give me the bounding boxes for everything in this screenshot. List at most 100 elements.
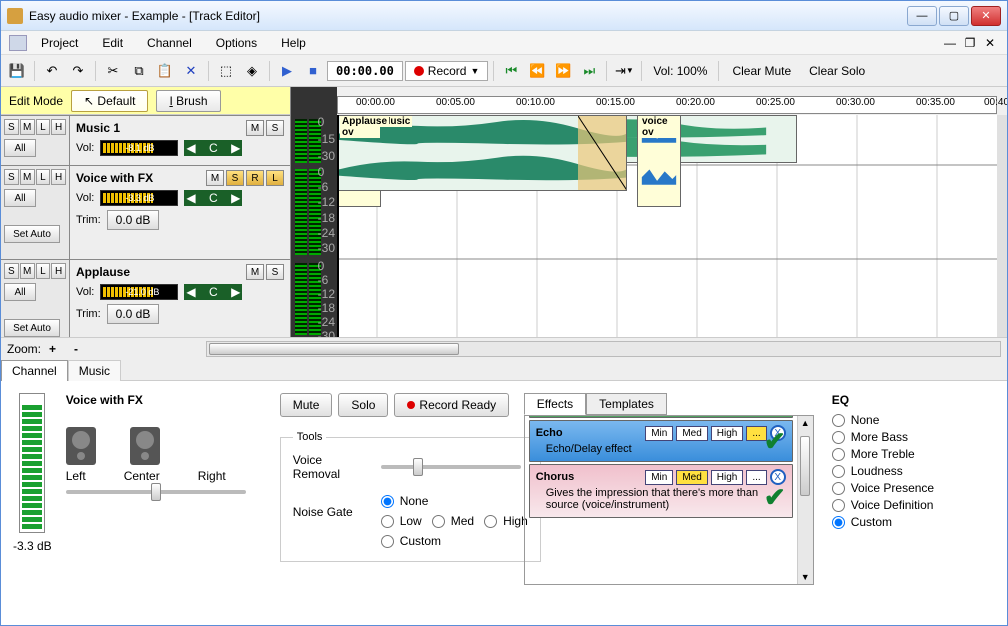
play-icon[interactable]: ▶ (275, 59, 299, 83)
ng-low[interactable] (381, 515, 394, 528)
undo-icon[interactable]: ↶ (40, 59, 64, 83)
track1-m[interactable]: M (20, 119, 35, 135)
mdi-minimize[interactable]: — (941, 36, 959, 50)
track2-m[interactable]: M (20, 169, 35, 185)
fx-echo[interactable]: Echo Min Med High ... X Echo/Delay effec… (529, 420, 793, 462)
playhead[interactable] (337, 115, 339, 337)
voice-removal-slider[interactable] (381, 465, 521, 469)
menu-project[interactable]: Project (31, 34, 88, 52)
rewind-icon[interactable]: ⏪ (525, 59, 549, 83)
tracks-v-scrollbar[interactable] (997, 115, 1007, 337)
tool2-icon[interactable]: ◈ (240, 59, 264, 83)
clear-solo-button[interactable]: Clear Solo (801, 62, 873, 80)
pan-slider[interactable] (66, 490, 246, 494)
cut-icon[interactable]: ✂ (101, 59, 125, 83)
track1-l[interactable]: L (36, 119, 51, 135)
track2-solo[interactable]: S (226, 170, 244, 186)
solo-button[interactable]: Solo (338, 393, 388, 417)
track3-setauto[interactable]: Set Auto (4, 319, 60, 337)
track2-h[interactable]: H (51, 169, 66, 185)
track1-h[interactable]: H (51, 119, 66, 135)
tool1-icon[interactable]: ⬚ (214, 59, 238, 83)
menu-options[interactable]: Options (206, 34, 267, 52)
eq-none[interactable] (832, 414, 845, 427)
track3-mute[interactable]: M (246, 264, 264, 280)
track2-setauto[interactable]: Set Auto (4, 225, 60, 243)
track3-pan[interactable]: ◀C▶ (184, 284, 242, 300)
clip-voice-2[interactable]: voice ov (637, 115, 681, 207)
track2-s[interactable]: S (4, 169, 19, 185)
save-icon[interactable]: 💾 (5, 59, 29, 83)
track-canvas[interactable]: Music voice ov voice ov Applause (337, 115, 997, 337)
zoom-out[interactable]: - (74, 342, 78, 356)
echo-min[interactable]: Min (645, 426, 673, 441)
mdi-restore[interactable]: ❐ (961, 36, 979, 50)
track2-r[interactable]: R (246, 170, 264, 186)
zoom-in[interactable]: + (49, 342, 56, 356)
redo-icon[interactable]: ↷ (66, 59, 90, 83)
track1-vol-meter[interactable]: -8.1 dB (100, 140, 178, 156)
volume-label[interactable]: Vol: 100% (647, 64, 713, 78)
track1-mute[interactable]: M (246, 120, 264, 136)
track3-s[interactable]: S (4, 263, 19, 279)
ng-none[interactable] (381, 495, 394, 508)
eq-def[interactable] (832, 499, 845, 512)
track2-trim[interactable]: 0.0 dB (107, 210, 160, 230)
tab-channel[interactable]: Channel (1, 360, 68, 381)
rewind-start-icon[interactable]: ⏮ (499, 59, 523, 83)
fx-scrollbar[interactable]: ▲ ▼ (797, 416, 813, 584)
track3-m[interactable]: M (20, 263, 35, 279)
eq-treble[interactable] (832, 448, 845, 461)
fx-room[interactable]: source is inside a big room. ✔ (529, 415, 793, 418)
track2-pan[interactable]: ◀C▶ (184, 190, 242, 206)
track3-l[interactable]: L (36, 263, 51, 279)
delete-icon[interactable]: ✕ (179, 59, 203, 83)
fx-tab-effects[interactable]: Effects (524, 393, 586, 415)
track1-solo[interactable]: S (266, 120, 284, 136)
track1-s[interactable]: S (4, 119, 19, 135)
echo-med[interactable]: Med (676, 426, 707, 441)
snap-icon[interactable]: ⇥▼ (612, 59, 636, 83)
track1-pan[interactable]: ◀C▶ (184, 140, 242, 156)
fx-tab-templates[interactable]: Templates (586, 393, 667, 415)
mdi-close[interactable]: ✕ (981, 36, 999, 50)
record-ready-button[interactable]: Record Ready (394, 393, 509, 417)
minimize-button[interactable]: — (907, 6, 937, 26)
chorus-med[interactable]: Med (676, 470, 707, 485)
ng-high[interactable] (484, 515, 497, 528)
chorus-min[interactable]: Min (645, 470, 673, 485)
eq-presence[interactable] (832, 482, 845, 495)
h-scrollbar[interactable] (206, 341, 1001, 357)
stop-icon[interactable]: ■ (301, 59, 325, 83)
track2-lc[interactable]: L (266, 170, 284, 186)
menu-edit[interactable]: Edit (92, 34, 133, 52)
clear-mute-button[interactable]: Clear Mute (724, 62, 799, 80)
maximize-button[interactable]: ▢ (939, 6, 969, 26)
edit-mode-default[interactable]: ↖ Default (71, 90, 148, 112)
track3-trim[interactable]: 0.0 dB (107, 304, 160, 324)
mute-button[interactable]: Mute (280, 393, 333, 417)
fx-chorus[interactable]: Chorus Min Med High ... X Gives the impr… (529, 464, 793, 518)
app-menu-icon[interactable] (9, 35, 27, 51)
clip-applause[interactable]: Applause (337, 115, 627, 191)
track2-l[interactable]: L (36, 169, 51, 185)
track3-all[interactable]: All (4, 283, 36, 301)
track3-solo[interactable]: S (266, 264, 284, 280)
track3-h[interactable]: H (51, 263, 66, 279)
track1-all[interactable]: All (4, 139, 36, 157)
track3-vol-meter[interactable]: -21.0 dB (100, 284, 178, 300)
record-button[interactable]: Record▼ (405, 61, 489, 81)
menu-channel[interactable]: Channel (137, 34, 202, 52)
eq-loud[interactable] (832, 465, 845, 478)
ng-med[interactable] (432, 515, 445, 528)
menu-help[interactable]: Help (271, 34, 316, 52)
close-button[interactable]: ✕ (971, 6, 1001, 26)
echo-high[interactable]: High (711, 426, 744, 441)
forward-icon[interactable]: ⏩ (551, 59, 575, 83)
edit-mode-brush[interactable]: I Brush (156, 90, 220, 112)
track2-all[interactable]: All (4, 189, 36, 207)
chorus-high[interactable]: High (711, 470, 744, 485)
paste-icon[interactable]: 📋 (153, 59, 177, 83)
track2-vol-meter[interactable]: -3.3 dB (100, 190, 178, 206)
ng-custom[interactable] (381, 535, 394, 548)
